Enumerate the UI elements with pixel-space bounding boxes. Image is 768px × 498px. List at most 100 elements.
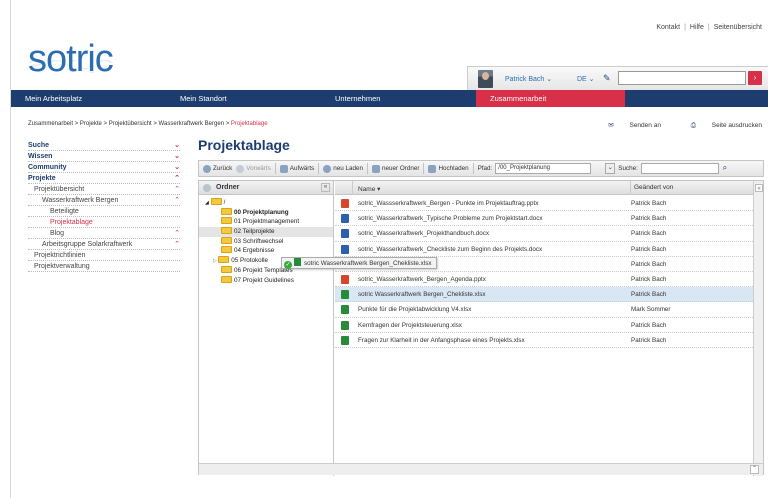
sidenav-item[interactable]: Suche ⌄ <box>28 140 180 151</box>
pen-icon[interactable]: ✎ <box>603 73 611 84</box>
toolbar-divider <box>423 163 425 174</box>
file-search-input[interactable] <box>640 163 719 174</box>
sidenav-item[interactable]: Wasserkraftwerk Bergen ⌃ <box>28 195 180 206</box>
nav-unternehmen[interactable]: Unternehmen <box>321 90 476 107</box>
expand-icon[interactable]: ◢ <box>205 200 209 206</box>
sitemap-link[interactable]: Seitenübersicht <box>714 24 762 31</box>
file-row[interactable]: Fragen zur Klarheit in der Anfangsphase … <box>335 333 753 348</box>
hilfe-link[interactable]: Hilfe <box>690 24 704 31</box>
file-row[interactable]: sotric_Wasserkraftwerk_Projekthandbuch.d… <box>335 226 753 242</box>
collapse-right-icon[interactable]: « <box>755 184 763 192</box>
up-button[interactable]: Aufwärts <box>279 164 315 173</box>
send-label: Senden an <box>629 122 661 129</box>
main-nav: Mein Arbeitsplatz Mein Standort Unterneh… <box>11 90 768 107</box>
chevron-icon[interactable]: ⌃ <box>174 184 180 195</box>
breadcrumb-path[interactable]: Zusammenarbeit > Projekte > Projektübers… <box>28 121 231 127</box>
right-collapse-bar[interactable]: « <box>753 181 763 476</box>
file-name: sotric_Wasserkraftwerk_Typische Probleme… <box>358 215 543 223</box>
file-toolbar: Zurück Vorwärts Aufwärts neu Laden neuer… <box>198 160 764 177</box>
avatar[interactable] <box>478 70 493 88</box>
nav-mein-arbeitsplatz[interactable]: Mein Arbeitsplatz <box>11 90 166 107</box>
sidenav-item[interactable]: Wissen ⌄ <box>28 151 180 162</box>
tree-folders: 00 Projektplanung 01 Projektmanagement 02 … <box>199 207 333 286</box>
tree-folder[interactable]: 03 Schriftwechsel <box>199 236 333 247</box>
path-dropdown-icon[interactable]: ⌄ <box>605 163 616 174</box>
language-select[interactable]: DE ⌄ <box>577 75 595 83</box>
upload-button[interactable]: Hochladen <box>428 164 469 173</box>
up-label: Aufwärts <box>289 165 315 172</box>
back-icon <box>203 164 211 173</box>
back-button[interactable]: Zurück <box>203 164 232 173</box>
tree-folder-label: 05 Protokolle <box>231 257 268 265</box>
sidenav-item[interactable]: Projektübersicht ⌃ <box>28 184 180 195</box>
chevron-icon[interactable]: ⌄ <box>174 140 180 151</box>
nav-mein-standort[interactable]: Mein Standort <box>166 90 321 107</box>
user-menu[interactable]: Patrick Bach ⌄ <box>505 75 552 83</box>
sidenav-item-label: Blog <box>50 230 65 237</box>
kontakt-link[interactable]: Kontakt <box>656 24 680 31</box>
global-search-input[interactable] <box>618 71 746 85</box>
send-to-button[interactable]: ✉ Senden an <box>594 122 661 129</box>
new-folder-button[interactable]: neuer Ordner <box>372 164 419 173</box>
file-changed-by: Patrick Bach <box>631 336 667 344</box>
file-row[interactable]: sotric_Wasserkraftwerk_Bergen_Agenda.ppt… <box>335 272 753 288</box>
folder-up-icon <box>279 164 288 173</box>
folder-panel: Ordner « ◢ / 00 Projektplanung 01 Projekt… <box>199 181 334 476</box>
search-icon[interactable]: ⌕ <box>719 163 731 174</box>
chevron-icon[interactable]: ⌃ <box>174 173 180 184</box>
docx-file-icon <box>341 214 349 224</box>
sidenav-item[interactable]: Blog ⌃ <box>28 228 180 239</box>
side-nav: Suche ⌄ Wissen ⌄ Community ⌄ Projekte ⌃ Projektü… <box>28 140 180 272</box>
file-name: sotric Wasserkraftwerk Bergen_Chekliste.… <box>358 291 486 299</box>
print-button[interactable]: ⎙ Seite ausdrucken <box>677 122 762 129</box>
file-row[interactable]: sotric_Wasserkraftwerk_Typische Probleme… <box>335 211 753 227</box>
toolbar-divider <box>318 163 320 174</box>
file-changed-by: Patrick Bach <box>631 260 667 268</box>
tree-folder-label: 07 Projekt Guidelines <box>234 276 294 284</box>
file-row[interactable]: sotric Wasserkraftwerk Bergen_Chekliste.… <box>335 287 753 303</box>
file-row[interactable]: Punkte für die Projektabwicklung V4.xlsx… <box>335 302 753 318</box>
forward-label: Vorwärts <box>246 165 271 172</box>
tree-root[interactable]: ◢ / <box>199 198 333 208</box>
chevron-icon[interactable]: ⌃ <box>174 239 180 250</box>
sidenav-item[interactable]: Arbeitsgruppe Solarkraftwerk ⌃ <box>28 239 180 250</box>
sidenav-item[interactable]: Projektablage <box>28 217 180 228</box>
print-label: Seite ausdrucken <box>711 122 762 129</box>
chevron-icon[interactable]: ⌄ <box>174 151 180 162</box>
file-changed-by: Patrick Bach <box>631 321 667 329</box>
chevron-icon[interactable]: ⌃ <box>174 228 180 239</box>
forward-button[interactable]: Vorwärts <box>236 164 271 173</box>
sidenav-item-label: Wasserkraftwerk Bergen <box>42 197 119 204</box>
tree-folder[interactable]: 00 Projektplanung <box>199 207 333 218</box>
pptx-file-icon <box>341 274 349 284</box>
file-row[interactable]: sotric_Wasserkraftwerk_Checkliste zum Be… <box>335 242 753 257</box>
sidenav-item-label: Projektverwaltung <box>34 263 90 270</box>
tree-folder[interactable]: 07 Projekt Guidelines <box>199 275 333 286</box>
reload-button[interactable]: neu Laden <box>323 164 364 173</box>
nav-zusammenarbeit[interactable]: Zusammenarbeit <box>476 90 625 107</box>
sidenav-item[interactable]: Community ⌄ <box>28 162 180 173</box>
pptx-file-icon <box>341 199 349 208</box>
tree-folder[interactable]: 02 Teilprojekte <box>199 227 333 237</box>
sidenav-item[interactable]: Projekte ⌃ <box>28 173 180 184</box>
file-row[interactable]: sotric_Wassserkraftwerk_Bergen - Punkte … <box>335 196 753 212</box>
column-name[interactable]: Name ▾ <box>358 185 380 193</box>
file-row[interactable]: Kernfragen der Projektsteuerung.xlsx Patr… <box>335 318 753 333</box>
docx-file-icon <box>341 229 349 239</box>
collapse-left-icon[interactable]: « <box>321 183 330 192</box>
file-changed-by: Patrick Bach <box>631 291 667 299</box>
expand-up-icon[interactable]: ⌃ <box>750 465 759 474</box>
tree-folder[interactable]: 01 Projektmanagement <box>199 217 333 227</box>
folder-header-label: Ordner <box>216 184 240 191</box>
search-go-icon[interactable]: › <box>748 71 762 85</box>
tree-folder[interactable]: 04 Ergebnisse <box>199 246 333 256</box>
path-field[interactable]: /00_Projektplanung <box>495 163 592 174</box>
column-changed-by[interactable]: Geändert von <box>630 181 673 195</box>
chevron-icon[interactable]: ⌄ <box>174 162 180 173</box>
file-name: sotric_Wassserkraftwerk_Bergen - Punkte … <box>358 200 539 207</box>
sidenav-item[interactable]: Projektrichtlinien <box>28 250 180 261</box>
reload-label: neu Laden <box>333 165 364 172</box>
sidenav-item[interactable]: Projektverwaltung <box>28 261 180 272</box>
chevron-icon[interactable]: ⌃ <box>174 195 180 206</box>
sidenav-item[interactable]: Beteiligte <box>28 206 180 217</box>
